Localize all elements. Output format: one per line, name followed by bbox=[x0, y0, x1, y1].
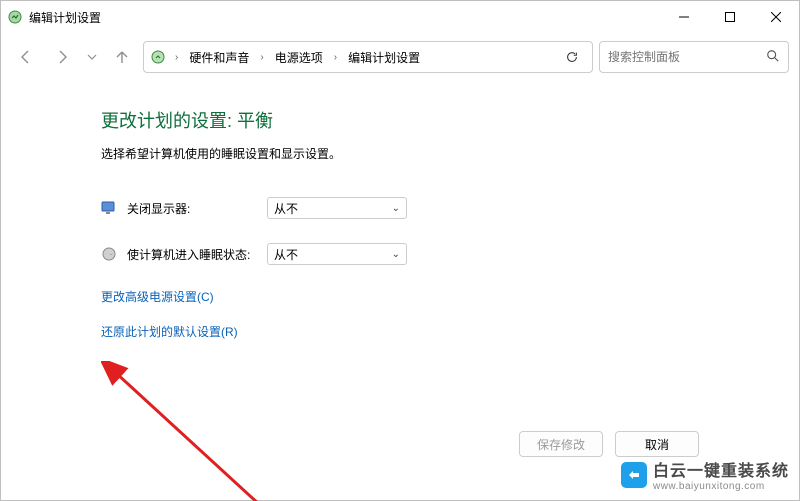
watermark-logo-icon bbox=[621, 462, 647, 488]
display-off-dropdown[interactable]: 从不 ⌄ bbox=[267, 197, 407, 219]
breadcrumb-icon bbox=[150, 49, 166, 65]
chevron-right-icon: › bbox=[172, 52, 181, 63]
dropdown-value: 从不 bbox=[274, 246, 298, 263]
page-subtitle: 选择希望计算机使用的睡眠设置和显示设置。 bbox=[101, 145, 699, 162]
breadcrumb-item[interactable]: 电源选项 bbox=[271, 47, 327, 68]
titlebar: 编辑计划设置 bbox=[1, 1, 799, 33]
advanced-power-settings-link[interactable]: 更改高级电源设置(C) bbox=[101, 288, 699, 305]
app-icon bbox=[7, 9, 23, 25]
content-area: 更改计划的设置: 平衡 选择希望计算机使用的睡眠设置和显示设置。 关闭显示器: … bbox=[1, 81, 799, 500]
save-button[interactable]: 保存修改 bbox=[519, 431, 603, 457]
search-input[interactable] bbox=[608, 50, 766, 64]
minimize-button[interactable] bbox=[661, 1, 707, 33]
search-icon[interactable] bbox=[766, 49, 780, 66]
sleep-icon bbox=[101, 246, 117, 262]
monitor-icon bbox=[101, 200, 117, 216]
window: 编辑计划设置 bbox=[0, 0, 800, 501]
page-title: 更改计划的设置: 平衡 bbox=[101, 107, 699, 133]
restore-defaults-link[interactable]: 还原此计划的默认设置(R) bbox=[101, 323, 699, 340]
sleep-dropdown[interactable]: 从不 ⌄ bbox=[267, 243, 407, 265]
button-row: 保存修改 取消 bbox=[519, 431, 699, 457]
breadcrumb-item[interactable]: 硬件和声音 bbox=[185, 47, 253, 68]
recent-button[interactable] bbox=[83, 42, 101, 72]
setting-label: 使计算机进入睡眠状态: bbox=[127, 246, 267, 263]
forward-button[interactable] bbox=[47, 42, 77, 72]
setting-label: 关闭显示器: bbox=[127, 200, 267, 217]
search-box[interactable] bbox=[599, 41, 789, 73]
breadcrumb-item[interactable]: 编辑计划设置 bbox=[344, 47, 424, 68]
cancel-button[interactable]: 取消 bbox=[615, 431, 699, 457]
watermark-text: 白云一键重装系统 bbox=[653, 457, 789, 481]
close-button[interactable] bbox=[753, 1, 799, 33]
back-button[interactable] bbox=[11, 42, 41, 72]
refresh-button[interactable] bbox=[558, 43, 586, 71]
dropdown-value: 从不 bbox=[274, 200, 298, 217]
setting-row-display: 关闭显示器: 从不 ⌄ bbox=[101, 194, 699, 222]
chevron-down-icon: ⌄ bbox=[392, 203, 400, 214]
up-button[interactable] bbox=[107, 42, 137, 72]
setting-row-sleep: 使计算机进入睡眠状态: 从不 ⌄ bbox=[101, 240, 699, 268]
settings-block: 关闭显示器: 从不 ⌄ 使计算机进入睡眠状态: 从不 ⌄ bbox=[101, 194, 699, 268]
annotation-arrow bbox=[101, 361, 361, 501]
link-block: 更改高级电源设置(C) 还原此计划的默认设置(R) bbox=[101, 288, 699, 340]
nav-row: › 硬件和声音 › 电源选项 › 编辑计划设置 bbox=[1, 33, 799, 81]
chevron-right-icon: › bbox=[257, 52, 266, 63]
breadcrumb[interactable]: › 硬件和声音 › 电源选项 › 编辑计划设置 bbox=[143, 41, 593, 73]
watermark: 白云一键重装系统 www.baiyunxitong.com bbox=[621, 457, 789, 492]
watermark-url: www.baiyunxitong.com bbox=[653, 481, 789, 492]
chevron-down-icon: ⌄ bbox=[392, 249, 400, 260]
maximize-button[interactable] bbox=[707, 1, 753, 33]
chevron-right-icon: › bbox=[331, 52, 340, 63]
window-title: 编辑计划设置 bbox=[29, 9, 101, 26]
